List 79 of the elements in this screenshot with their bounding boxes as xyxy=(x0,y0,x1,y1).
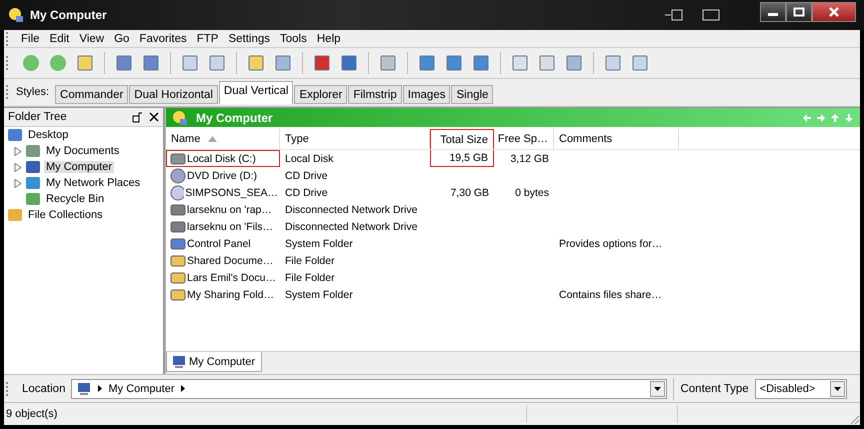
sort-icon xyxy=(208,136,218,142)
table-cell-text: 0 bytes xyxy=(514,186,550,200)
table-cell-text: System Folder xyxy=(284,288,354,302)
style-tab[interactable]: Filmstrip xyxy=(348,85,402,104)
table-cell-text: 7,30 GB xyxy=(449,186,490,200)
column-header[interactable]: Type xyxy=(280,129,430,149)
style-tab[interactable]: Explorer xyxy=(294,85,348,104)
content-type-label: Content Type xyxy=(680,382,749,394)
table-cell-text: Disconnected Network Drive xyxy=(284,220,418,234)
path-segment[interactable]: My Computer xyxy=(108,382,175,394)
location-label: Location xyxy=(22,382,66,394)
style-tab[interactable]: Images xyxy=(402,85,450,104)
menu-item[interactable]: View xyxy=(74,32,110,44)
menu-item[interactable]: Tools xyxy=(275,32,312,44)
table-cell-text: Provides options for… xyxy=(558,236,664,252)
window-icon[interactable] xyxy=(702,9,720,21)
content-type-dropdown[interactable]: <Disabled> xyxy=(754,378,847,398)
dropdown-icon[interactable] xyxy=(830,380,845,396)
table-cell-text: File Folder xyxy=(284,270,336,286)
panel-tab[interactable]: My Computer xyxy=(166,352,262,372)
maximize-button[interactable] xyxy=(786,2,812,22)
menu-item[interactable]: Help xyxy=(312,32,346,44)
location-field[interactable]: My Computer xyxy=(71,378,668,398)
window-title: My Computer xyxy=(30,8,107,22)
table-cell-text: Disconnected Network Drive xyxy=(284,202,418,218)
close-icon[interactable] xyxy=(149,112,159,122)
dropdown-icon[interactable] xyxy=(650,380,666,396)
file-name-cell[interactable]: Lars Emil's Docu… xyxy=(166,269,280,286)
file-name-cell[interactable]: SIMPSONS_SEA… xyxy=(166,184,280,201)
tree-item[interactable]: My Computer xyxy=(44,161,114,173)
column-header[interactable]: Total Size xyxy=(430,129,494,149)
table-cell-text: Contains files share… xyxy=(558,288,663,302)
menu-item[interactable]: FTP xyxy=(192,32,224,44)
menu-item[interactable]: File xyxy=(16,32,45,44)
menu-item[interactable]: Go xyxy=(109,32,134,44)
tree-item[interactable]: File Collections xyxy=(26,209,105,221)
file-name-cell[interactable]: larseknu on 'Fils… xyxy=(166,218,280,235)
resize-grip-icon[interactable] xyxy=(848,413,860,425)
tree-item[interactable]: Recycle Bin xyxy=(44,193,106,205)
status-text: 9 object(s) xyxy=(6,408,58,420)
menu-item[interactable]: Favorites xyxy=(134,32,192,44)
close-button[interactable] xyxy=(812,2,856,22)
panel-title: My Computer xyxy=(196,110,273,124)
expand-icon[interactable] xyxy=(14,162,22,172)
minimize-button[interactable] xyxy=(760,2,786,22)
file-name-cell[interactable]: Local Disk (C:) xyxy=(166,150,280,167)
table-cell-text: CD Drive xyxy=(284,168,329,184)
table-cell: 19,5 GB xyxy=(430,150,494,167)
file-name-cell[interactable]: Shared Docume… xyxy=(166,252,280,269)
maximize-icon xyxy=(793,7,805,17)
styles-label: Styles: xyxy=(16,86,50,98)
pane-title: Folder Tree xyxy=(8,111,67,123)
menu-item[interactable]: Edit xyxy=(44,32,74,44)
column-header[interactable]: Name xyxy=(166,129,280,149)
table-cell-text: File Folder xyxy=(284,254,336,268)
close-icon xyxy=(828,7,840,17)
file-name-cell[interactable]: DVD Drive (D:) xyxy=(166,167,280,184)
file-name-cell[interactable]: My Sharing Fold… xyxy=(166,286,280,303)
table-cell-text: System Folder xyxy=(284,236,354,252)
style-tab[interactable]: Commander xyxy=(55,85,128,104)
style-tab[interactable]: Single xyxy=(451,85,494,104)
chevron-icon xyxy=(180,385,185,392)
expand-icon[interactable] xyxy=(14,178,22,188)
tree-item[interactable]: My Network Places xyxy=(44,177,142,189)
table-cell-text: Local Disk xyxy=(284,152,334,166)
style-tab[interactable]: Dual Horizontal xyxy=(129,85,218,104)
file-name-cell[interactable]: larseknu on 'rap… xyxy=(166,201,280,218)
table-cell-text: CD Drive xyxy=(284,186,329,200)
column-header[interactable]: Comments xyxy=(554,129,679,149)
tree-item[interactable]: Desktop xyxy=(26,129,70,141)
style-tab[interactable]: Dual Vertical xyxy=(218,81,294,104)
expand-icon[interactable] xyxy=(14,146,22,156)
file-name-cell[interactable]: Control Panel xyxy=(166,235,280,252)
pin-icon[interactable] xyxy=(131,111,143,123)
menu-item[interactable]: Settings xyxy=(223,32,276,44)
chevron-icon xyxy=(98,385,102,392)
column-header[interactable]: Free Sp… xyxy=(494,129,554,149)
tree-item[interactable]: My Documents xyxy=(44,145,122,157)
table-cell-text: 3,12 GB xyxy=(509,152,550,166)
